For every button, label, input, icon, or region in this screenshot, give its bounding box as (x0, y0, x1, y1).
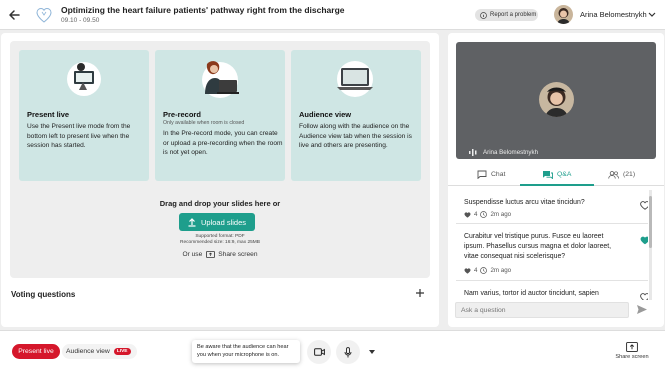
upload-slides-button[interactable]: Upload slides (179, 213, 255, 231)
or-use-text: Or use (182, 251, 203, 258)
heart-filled-icon[interactable] (640, 236, 648, 245)
like-count: 4 (474, 211, 478, 218)
supported-format-text: Supported format: PDF Recommended size: … (10, 234, 430, 245)
camera-icon (313, 348, 325, 356)
tab-qa[interactable]: Q&A (542, 163, 571, 186)
qa-icon (543, 171, 553, 179)
people-icon (608, 170, 619, 179)
like-count: 4 (474, 267, 478, 274)
mode-title: Audience view (299, 110, 352, 119)
people-count: (21) (623, 171, 636, 178)
report-problem-label: Report a problem (490, 12, 537, 18)
bottom-bar: Present live Audience view LIVE Be aware… (0, 330, 665, 373)
share-screen-button[interactable]: Share screen (612, 342, 652, 368)
back-arrow-icon[interactable] (7, 8, 21, 22)
mode-description: Use the Present live mode from the botto… (27, 123, 131, 150)
drag-drop-text: Drag and drop your slides here or (159, 199, 281, 208)
list-item: Nam varius, tortor id auctor tincidunt, … (456, 281, 648, 300)
list-item: Curabitur vel tristique purus. Fusce eu … (456, 224, 648, 281)
recording-illustration-icon (202, 61, 239, 98)
mode-description: In the Pre-record mode, you can create o… (163, 130, 283, 157)
present-live-button[interactable]: Present live (12, 344, 60, 359)
active-tab-indicator (520, 184, 594, 186)
questions-list[interactable]: Suspendisse luctus arcu vitae tincidun? … (448, 190, 648, 300)
mode-description: Follow along with the audience on the Au… (299, 123, 412, 150)
chevron-down-icon[interactable] (648, 12, 656, 18)
share-screen-label: Share screen (615, 354, 649, 360)
question-meta: 4 2m ago (464, 211, 511, 218)
ask-question-input[interactable] (455, 302, 629, 318)
chevron-down-icon[interactable] (368, 349, 376, 355)
avatar[interactable] (554, 5, 573, 24)
present-live-card: Present live Use the Present live mode f… (19, 50, 149, 181)
tab-people[interactable]: (21) (608, 163, 635, 186)
share-screen-row: Or use Share screen (10, 251, 430, 258)
share-screen-icon (626, 342, 638, 352)
question-meta: 4 2m ago (464, 267, 511, 274)
laptop-illustration-icon (337, 61, 373, 97)
event-title: Optimizing the heart failure patients' p… (61, 5, 345, 15)
clock-icon (480, 211, 488, 218)
list-item: Suspendisse luctus arcu vitae tincidun? … (456, 190, 648, 224)
tab-qa-label: Q&A (557, 171, 572, 178)
camera-button[interactable] (307, 340, 331, 364)
slides-drop-zone[interactable]: Present live Use the Present live mode f… (10, 41, 430, 278)
live-badge: LIVE (113, 348, 131, 355)
question-text: Suspendisse luctus arcu vitae tincidun? (464, 199, 585, 206)
heart-logo-icon (36, 7, 52, 23)
share-screen-icon (206, 251, 216, 258)
audio-level-icon (469, 149, 477, 156)
like-icon (464, 211, 471, 218)
event-time: 09.10 - 09.50 (61, 17, 100, 24)
audience-view-label: Audience view (66, 348, 110, 355)
mode-title: Present live (27, 110, 70, 119)
question-text: Curabitur vel tristique purus. Fusce eu … (464, 233, 612, 260)
mode-title: Pre-record (163, 110, 201, 119)
mode-subtitle: Only available when room is closed (163, 120, 245, 126)
pre-record-card: Pre-record Only available when room is c… (155, 50, 285, 181)
question-time: 2m ago (490, 267, 512, 274)
tab-chat-label: Chat (491, 171, 506, 178)
question-text: Nam varius, tortor id auctor tincidunt, … (464, 290, 599, 297)
question-time: 2m ago (490, 211, 512, 218)
audience-view-button[interactable]: Audience view LIVE (62, 344, 137, 359)
heart-outline-icon[interactable] (640, 201, 648, 210)
upload-icon (188, 217, 196, 227)
recommended-size: Recommended size: 16:9, max 25MB (180, 239, 260, 245)
share-screen-label: Share screen (218, 251, 258, 258)
voting-questions-title[interactable]: Voting questions (11, 290, 75, 299)
speaker-name: Arina Belomestnykh (483, 149, 539, 156)
scrollbar-thumb[interactable] (649, 196, 652, 248)
presenter-illustration-icon (67, 62, 101, 96)
side-tabs: Chat Q&A (21) (448, 163, 664, 186)
heart-outline-icon[interactable] (640, 293, 648, 300)
tab-chat[interactable]: Chat (477, 163, 505, 186)
main-panel: Present live Use the Present live mode f… (1, 33, 439, 327)
microphone-button[interactable] (336, 340, 360, 364)
microphone-icon (344, 346, 352, 357)
chat-icon (477, 170, 487, 179)
video-preview: Arina Belomestnykh (456, 42, 656, 159)
plus-icon[interactable] (415, 288, 425, 298)
upload-slides-label: Upload slides (200, 217, 247, 227)
audience-view-card: Audience view Follow along with the audi… (291, 50, 421, 181)
like-icon (464, 267, 471, 274)
microphone-tooltip: Be aware that the audience can hear you … (192, 340, 300, 363)
side-panel: Arina Belomestnykh Chat Q&A (21) Suspend… (448, 33, 664, 327)
report-problem-button[interactable]: Report a problem (475, 9, 538, 21)
info-icon (480, 11, 487, 19)
send-icon[interactable] (636, 304, 648, 315)
user-name[interactable]: Arina Belomestnykh (580, 10, 647, 19)
share-screen-link[interactable]: Share screen (206, 251, 258, 258)
top-bar: Optimizing the heart failure patients' p… (0, 0, 665, 30)
clock-icon (480, 267, 488, 274)
speaker-avatar (539, 82, 574, 117)
